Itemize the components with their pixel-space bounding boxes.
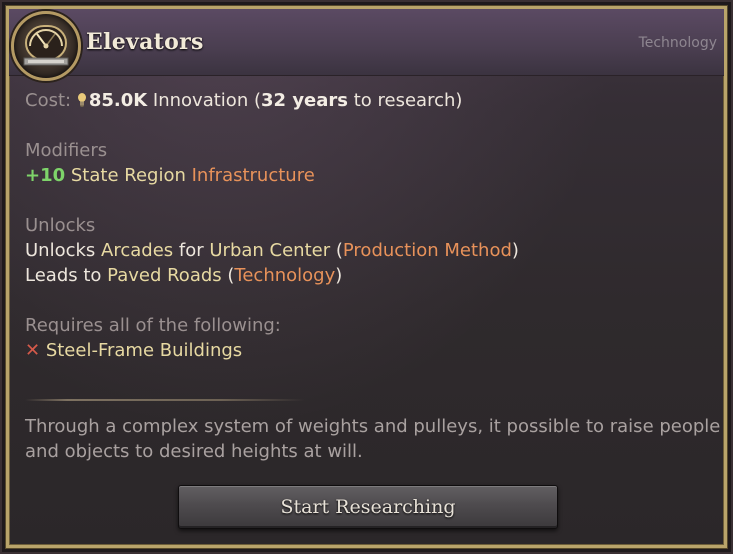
lightbulb-icon xyxy=(77,90,87,107)
leads-to-kind-link[interactable]: Technology xyxy=(234,265,335,286)
unlock-line-arcades: Unlocks Arcades for Urban Center (Produc… xyxy=(25,238,519,263)
requirement-tech-link[interactable]: Steel-Frame Buildings xyxy=(46,340,242,361)
tech-title: Elevators xyxy=(86,29,204,55)
modifiers-heading: Modifiers xyxy=(25,140,108,161)
research-duration: 32 years xyxy=(261,90,348,111)
unlock-building-link[interactable]: Urban Center xyxy=(209,240,330,261)
requirement-line: ✕ Steel-Frame Buildings xyxy=(25,338,242,363)
tech-category-label: Technology xyxy=(638,35,717,51)
cost-paren-open: ( xyxy=(253,90,261,111)
leads-to-paren-close: ) xyxy=(335,265,343,286)
requires-heading: Requires all of the following: xyxy=(25,315,281,336)
cost-resource: Innovation xyxy=(152,90,249,111)
unlock-prefix: Unlocks xyxy=(25,240,96,261)
unlock-mid: for xyxy=(178,240,204,261)
red-x-icon: ✕ xyxy=(25,340,41,361)
leads-to-prefix: Leads to xyxy=(25,265,102,286)
elevator-gauge-icon xyxy=(11,11,81,81)
research-duration-suffix: to research) xyxy=(353,90,463,111)
modifier-scope: State Region xyxy=(70,165,186,186)
modifier-target-link[interactable]: Infrastructure xyxy=(192,165,315,186)
unlock-item-link[interactable]: Arcades xyxy=(101,240,173,261)
modifier-value: +10 xyxy=(25,165,66,186)
cost-line: Cost: 85.0K Innovation (32 years to rese… xyxy=(25,88,462,113)
tech-description: Through a complex system of weights and … xyxy=(25,416,721,462)
unlocks-heading: Unlocks xyxy=(25,215,96,236)
start-researching-button[interactable]: Start Researching xyxy=(178,485,558,529)
unlock-kind-link[interactable]: Production Method xyxy=(343,240,512,261)
modifier-line: +10 State Region Infrastructure xyxy=(25,163,315,188)
leads-to-line: Leads to Paved Roads (Technology) xyxy=(25,263,342,288)
unlock-paren-open: ( xyxy=(335,240,343,261)
section-divider xyxy=(25,399,305,401)
cost-amount: 85.0K xyxy=(88,90,148,111)
tooltip-panel: Elevators Technology Cost: 85.0K Innovat… xyxy=(0,0,733,554)
leads-to-tech-link[interactable]: Paved Roads xyxy=(107,265,222,286)
cost-label: Cost: xyxy=(25,90,72,111)
unlock-paren-close: ) xyxy=(511,240,519,261)
